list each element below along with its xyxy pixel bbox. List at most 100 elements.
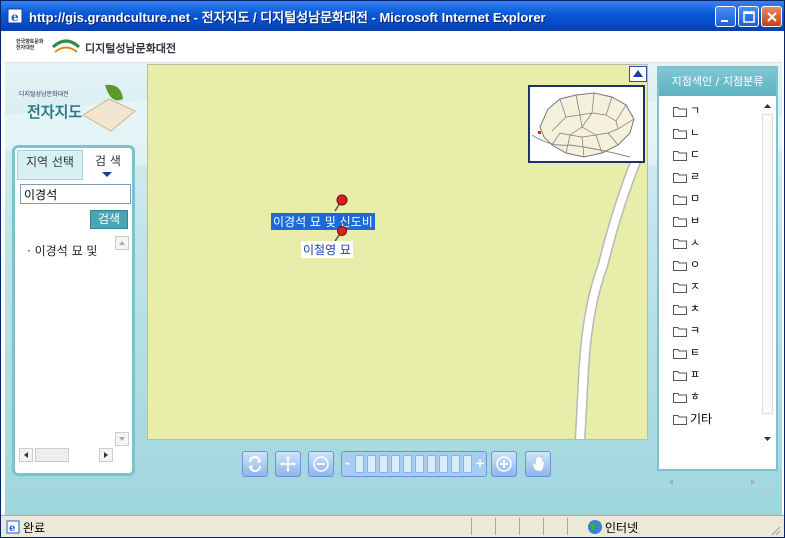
list-item[interactable]: ㅇ — [673, 256, 700, 274]
ie-icon: e — [7, 8, 23, 24]
pan-icon — [280, 456, 296, 472]
status-bar: e 완료 인터넷 — [1, 515, 784, 537]
folder-icon — [673, 415, 687, 425]
list-item[interactable]: ㅅ — [673, 234, 700, 252]
result-vertical-scrollbar[interactable] — [115, 236, 129, 446]
left-panel: 지역 선택 검 색 검색 · 이경석 묘 및 — [12, 145, 135, 476]
overview-map-image — [531, 92, 635, 158]
list-item[interactable]: 기타 — [673, 410, 712, 428]
zoom-in-icon — [496, 456, 512, 472]
list-item[interactable]: ㅍ — [673, 366, 700, 384]
refresh-button[interactable] — [242, 451, 268, 477]
scroll-right-icon[interactable] — [747, 476, 759, 488]
folder-icon — [673, 194, 687, 205]
site-header: 한국향토문화 전자대전 디지털성남문화대전 — [5, 31, 782, 63]
collapse-overview-button[interactable] — [629, 66, 647, 82]
zoom-level-segment[interactable] — [355, 455, 364, 473]
result-horizontal-scrollbar[interactable] — [19, 448, 115, 462]
zoom-slider[interactable]: - + — [341, 451, 487, 477]
folder-icon — [673, 172, 687, 183]
right-panel: 지점색인 / 지점분류 ㄱ ㄴ ㄷ ㄹ ㅁ ㅂ ㅅ ㅇ ㅈ ㅊ ㅋ ㅌ ㅍ ㅎ … — [657, 66, 778, 485]
browser-window: e http://gis.grandculture.net - 전자지도 / 디… — [0, 0, 785, 538]
list-item[interactable]: ㅈ — [673, 278, 700, 296]
page-icon: e — [6, 520, 20, 534]
list-item[interactable]: · 이경석 묘 및 — [27, 242, 97, 259]
zoom-level-segment[interactable] — [451, 455, 460, 473]
scroll-down-icon[interactable] — [115, 432, 129, 446]
map-logo-subtitle: 디지털성남문화대전 — [19, 91, 69, 98]
globe-icon — [588, 520, 602, 534]
hand-button[interactable] — [525, 451, 551, 477]
scroll-left-icon[interactable] — [665, 476, 677, 488]
list-item[interactable]: ㄹ — [673, 168, 700, 186]
close-button[interactable] — [761, 6, 782, 27]
divider — [543, 518, 544, 535]
refresh-icon — [249, 456, 261, 472]
zoom-out-button[interactable] — [308, 451, 334, 477]
zoom-level-segment[interactable] — [367, 455, 376, 473]
list-item[interactable]: ㅌ — [673, 344, 700, 362]
list-item[interactable]: ㄱ — [673, 102, 700, 120]
search-button[interactable]: 검색 — [90, 210, 128, 229]
folder-icon — [673, 216, 687, 227]
folder-icon — [673, 128, 687, 139]
result-list: · 이경석 묘 및 — [19, 236, 114, 446]
zoom-in-button[interactable] — [491, 451, 517, 477]
zoom-level-segment[interactable] — [391, 455, 400, 473]
zoom-level-segment[interactable] — [403, 455, 412, 473]
hand-icon — [533, 457, 544, 471]
zoom-level-segment[interactable] — [439, 455, 448, 473]
list-item[interactable]: ㅁ — [673, 190, 700, 208]
index-list: ㄱ ㄴ ㄷ ㄹ ㅁ ㅂ ㅅ ㅇ ㅈ ㅊ ㅋ ㅌ ㅍ ㅎ 기타 — [659, 98, 759, 448]
scroll-up-icon[interactable] — [115, 236, 129, 250]
list-item[interactable]: ㅋ — [673, 322, 700, 340]
zoom-minus-label: - — [345, 456, 350, 470]
map-logo-title: 전자지도 — [27, 103, 83, 121]
zoom-level-segment[interactable] — [463, 455, 472, 473]
zoom-level-segment[interactable] — [415, 455, 424, 473]
scroll-down-icon[interactable] — [760, 433, 775, 445]
site-name[interactable]: 디지털성남문화대전 — [85, 40, 176, 56]
scroll-right-icon[interactable] — [99, 448, 113, 462]
tab-region-select[interactable]: 지역 선택 — [17, 150, 83, 180]
folder-icon — [673, 392, 687, 403]
scroll-up-icon[interactable] — [760, 100, 775, 112]
zoom-out-icon — [313, 456, 329, 472]
folder-icon — [673, 238, 687, 249]
maximize-button[interactable] — [738, 6, 759, 27]
scroll-thumb[interactable] — [762, 114, 773, 414]
scroll-left-icon[interactable] — [19, 448, 33, 462]
map-canvas[interactable]: 이경석 묘 및 신도비 이철영 묘 — [147, 64, 648, 440]
pan-button[interactable] — [275, 451, 301, 477]
list-item[interactable]: ㅊ — [673, 300, 700, 318]
minimize-button[interactable] — [715, 6, 736, 27]
pin-icon[interactable] — [331, 193, 349, 213]
list-item[interactable]: ㅎ — [673, 388, 700, 406]
zoom-level-segment[interactable] — [379, 455, 388, 473]
index-vertical-scrollbar[interactable] — [760, 100, 775, 445]
svg-text:e: e — [9, 523, 15, 534]
list-item[interactable]: ㄴ — [673, 124, 700, 142]
security-zone: 인터넷 — [605, 521, 639, 535]
marker-label[interactable]: 이철영 묘 — [301, 241, 353, 258]
folder-icon — [673, 150, 687, 161]
minimize-icon — [721, 20, 728, 22]
window-title: http://gis.grandculture.net - 전자지도 / 디지털… — [29, 10, 546, 25]
right-panel-header[interactable]: 지점색인 / 지점분류 — [659, 68, 776, 96]
divider — [567, 518, 568, 535]
tab-search[interactable]: 검 색 — [85, 150, 131, 180]
marker-label[interactable]: 이경석 묘 및 신도비 — [271, 213, 375, 230]
resize-grip-icon[interactable] — [769, 524, 781, 536]
institution-logo[interactable]: 한국향토문화 전자대전 — [16, 39, 44, 51]
scroll-thumb[interactable] — [35, 448, 69, 462]
folder-icon — [673, 106, 687, 117]
search-input[interactable] — [20, 184, 131, 204]
folder-icon — [673, 326, 687, 337]
list-item[interactable]: ㄷ — [673, 146, 700, 164]
list-item[interactable]: ㅂ — [673, 212, 700, 230]
overview-map[interactable] — [528, 85, 645, 163]
divider — [495, 518, 496, 535]
map-logo: 디지털성남문화대전 전자지도 — [13, 75, 137, 139]
zoom-level-segment[interactable] — [427, 455, 436, 473]
divider — [471, 518, 472, 535]
